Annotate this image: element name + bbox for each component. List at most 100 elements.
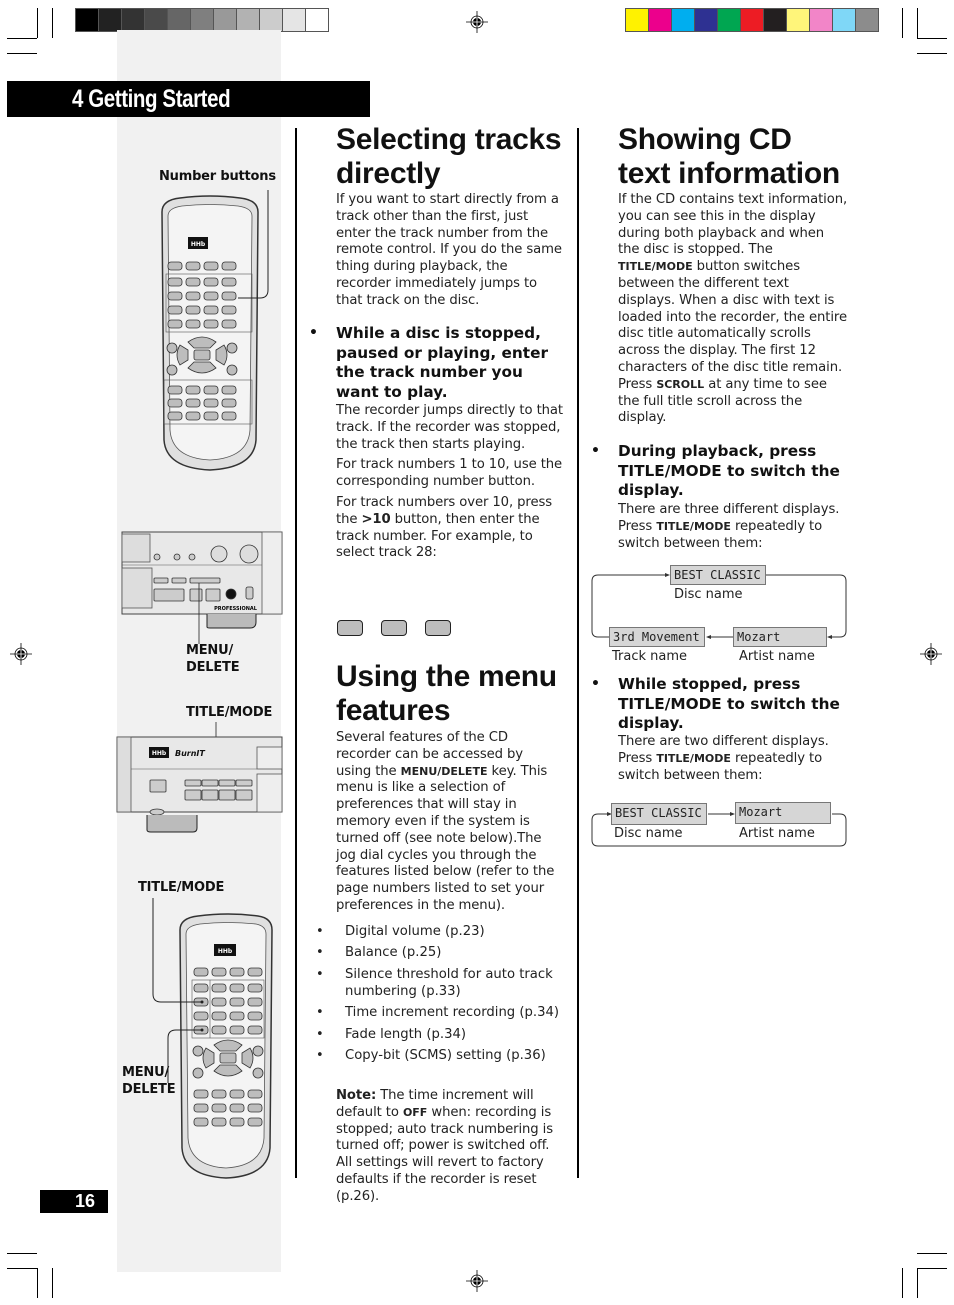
list-item: Fade length (p.34)	[316, 1027, 576, 1044]
color-swatch	[672, 9, 694, 31]
cd-text-intro: If the CD contains text information, you…	[618, 192, 848, 427]
lcd-artist-name: Mozart	[735, 802, 831, 824]
key-label: MENU/DELETE	[400, 764, 488, 778]
menu-delete-label-line1: MENU/	[186, 643, 234, 658]
playback-bullet-body: There are three different displays. Pres…	[618, 502, 850, 552]
selecting-tracks-details: The recorder jumps directly to that trac…	[336, 403, 564, 566]
gray-swatch	[168, 9, 190, 31]
paragraph: The recorder jumps directly to that trac…	[336, 403, 563, 452]
caption-disc-name: Disc name	[674, 587, 743, 602]
remote-button-example	[381, 620, 407, 636]
crop-mark	[917, 8, 918, 38]
crop-mark	[7, 1253, 37, 1254]
section-title-menu-features: Using the menu features	[336, 660, 557, 728]
crop-mark	[7, 53, 37, 54]
bullet-dot: •	[309, 325, 318, 341]
selecting-tracks-intro: If you want to start directly from a tra…	[336, 192, 562, 308]
section-title-cd-text: Showing CD text information	[618, 123, 840, 191]
remote-button-example	[337, 620, 363, 636]
color-swatch	[718, 9, 740, 31]
crop-mark	[902, 1268, 903, 1298]
gray-swatch	[237, 9, 259, 31]
title-mode-label: TITLE/MODE	[186, 705, 273, 720]
gray-swatch	[283, 9, 305, 31]
list-item: Silence threshold for auto track numberi…	[316, 967, 576, 1001]
svg-text:HHb: HHb	[218, 948, 233, 955]
text: button switches between the different te…	[618, 259, 847, 392]
crop-mark	[37, 8, 38, 38]
registration-mark-icon	[920, 643, 942, 665]
key-label: >10	[361, 511, 391, 527]
gray-swatch	[76, 9, 98, 31]
crop-mark	[917, 1268, 918, 1298]
registration-mark-icon	[466, 1270, 488, 1292]
recorder-front-panel-illustration: HHb BurnIT	[116, 722, 283, 833]
remote-button-example	[425, 620, 451, 636]
gray-swatch	[191, 9, 213, 31]
crop-mark	[902, 8, 903, 38]
menu-features-intro: Several features of the CD recorder can …	[336, 730, 562, 915]
crop-mark	[37, 1268, 38, 1298]
process-color-bar	[625, 8, 879, 32]
list-item: Digital volume (p.23)	[316, 924, 576, 941]
column-divider	[295, 128, 297, 1178]
key-label: TITLE/MODE	[656, 519, 731, 533]
text: key. This menu is like a selection of pr…	[336, 763, 555, 913]
title-line: directly	[336, 157, 441, 190]
page-number: 16	[40, 1190, 108, 1213]
remote-control-illustration: HHb	[152, 898, 273, 1179]
color-swatch	[741, 9, 763, 31]
lcd-artist-name: Mozart	[733, 627, 827, 647]
menu-note: Note: The time increment will default to…	[336, 1088, 564, 1206]
selecting-tracks-bullet: While a disc is stopped, paused or playi…	[336, 324, 549, 401]
title-line: Selecting tracks	[336, 123, 562, 156]
color-swatch	[626, 9, 648, 31]
bullet-dot: •	[591, 676, 600, 692]
title-line: features	[336, 694, 451, 727]
key-label: OFF	[402, 1105, 428, 1119]
chapter-title: 4 Getting Started	[72, 85, 231, 113]
playback-bullet: During playback, press TITLE/MODE to swi…	[618, 442, 840, 500]
key-label: TITLE/MODE	[656, 751, 731, 765]
registration-mark-icon	[10, 643, 32, 665]
grayscale-color-bar	[75, 8, 329, 32]
crop-mark	[917, 53, 947, 54]
crop-mark	[52, 1268, 53, 1298]
crop-mark	[917, 1268, 947, 1269]
text: If the CD contains text information, you…	[618, 192, 848, 258]
color-swatch	[695, 9, 717, 31]
color-swatch	[764, 9, 786, 31]
crop-mark	[917, 38, 947, 39]
list-item: Balance (p.25)	[316, 945, 576, 962]
gray-swatch	[122, 9, 144, 31]
title-mode-label: TITLE/MODE	[138, 880, 225, 895]
crop-mark	[917, 1253, 947, 1254]
column-divider	[577, 128, 579, 1178]
crop-mark	[52, 8, 53, 38]
bullet-dot: •	[591, 443, 600, 459]
caption-artist-name: Artist name	[739, 826, 815, 841]
svg-text:HHb: HHb	[191, 241, 206, 248]
menu-delete-label: MENU/ DELETE	[186, 642, 240, 676]
stopped-bullet-body: There are two different displays. Press …	[618, 734, 850, 784]
lcd-disc-name: BEST CLASSIC	[670, 565, 766, 585]
paragraph: For track numbers 1 to 10, use the corre…	[336, 457, 563, 490]
gray-swatch	[306, 9, 328, 31]
lcd-disc-name: BEST CLASSIC	[611, 803, 707, 825]
menu-delete-label-line2: DELETE	[186, 660, 240, 675]
caption-artist-name: Artist name	[739, 649, 815, 664]
svg-text:HHb: HHb	[152, 750, 167, 757]
caption-track-name: Track name	[612, 649, 688, 664]
lcd-track-name: 3rd Movement	[609, 627, 705, 647]
crop-mark	[7, 38, 37, 39]
key-label: TITLE/MODE	[618, 260, 693, 274]
recorder-front-panel-illustration: PROFESSIONAL	[121, 531, 283, 644]
front-panel-brand: PROFESSIONAL	[214, 606, 258, 612]
paragraph: For track numbers over 10, press the >10…	[336, 495, 564, 562]
registration-mark-icon	[466, 11, 488, 33]
note-label: Note:	[336, 1088, 377, 1103]
crop-mark	[7, 1268, 37, 1269]
color-swatch	[833, 9, 855, 31]
title-line: Showing CD	[618, 123, 792, 156]
remote-control-illustration: HHb	[161, 190, 269, 471]
